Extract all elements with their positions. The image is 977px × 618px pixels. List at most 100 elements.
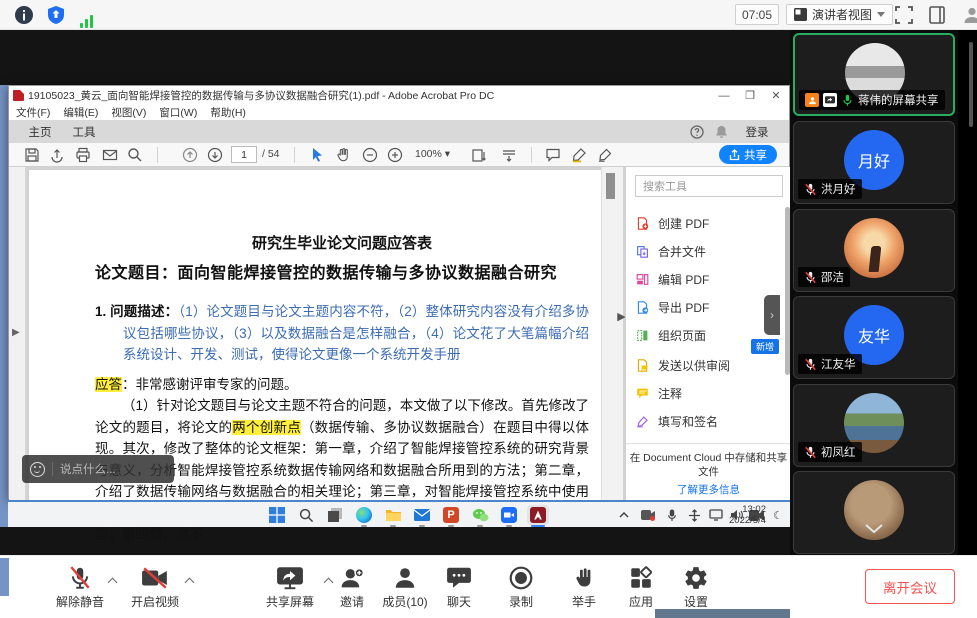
video-options-chevron[interactable] (185, 576, 195, 586)
participant-label: 邵洁 (798, 267, 850, 287)
select-cursor-icon[interactable] (309, 147, 325, 163)
sidebar-toggle-icon[interactable] (928, 5, 948, 25)
file-explorer-icon[interactable] (382, 505, 404, 525)
menu-help[interactable]: 帮助(H) (210, 105, 246, 120)
mail-icon[interactable] (411, 505, 433, 525)
previous-page-icon[interactable] (182, 147, 198, 163)
organize-pages-icon (636, 329, 649, 342)
menu-view[interactable]: 视图(V) (111, 105, 146, 120)
close-button[interactable]: ✕ (763, 86, 789, 105)
hand-tool-icon[interactable] (335, 147, 351, 163)
highlighter-icon[interactable] (571, 147, 587, 163)
wechat-icon[interactable] (469, 505, 491, 525)
meeting-info-icon[interactable] (14, 5, 34, 25)
save-icon[interactable] (24, 147, 40, 163)
tray-remote-tool-icon[interactable] (686, 507, 702, 523)
participant-tile[interactable]: 邵洁 (793, 209, 955, 292)
meeting-security-shield-icon[interactable] (46, 5, 66, 25)
share-screen-button[interactable]: 共享屏幕 (257, 564, 323, 610)
tab-home[interactable]: 主页 (19, 120, 61, 143)
minimize-button[interactable]: — (711, 86, 737, 105)
tool-send-for-review[interactable]: 发送以供审阅 (626, 351, 791, 379)
acrobat-taskbar-icon[interactable] (527, 505, 549, 525)
acrobat-window-title: 19105023_黄云_面向智能焊接管控的数据传输与多协议数据融合研究(1).p… (28, 88, 494, 103)
menu-file[interactable]: 文件(F) (16, 105, 50, 120)
tray-mic-icon[interactable] (664, 507, 680, 523)
sidebar-scrollbar-thumb[interactable] (969, 42, 973, 127)
scroll-more-chevron-icon[interactable] (865, 524, 883, 534)
zoom-out-icon[interactable] (362, 147, 378, 163)
sidebar-collapse-handle[interactable]: › (764, 295, 780, 335)
participant-tile[interactable]: 初凤红 (793, 384, 955, 467)
participant-tile-overflow[interactable] (793, 471, 955, 554)
view-mode-dropdown[interactable]: 演讲者视图 (786, 4, 893, 25)
taskbar-clock[interactable]: 13:02 2022/5/4 (729, 504, 766, 526)
task-view-icon[interactable] (324, 505, 346, 525)
quick-chat-placeholder[interactable]: 说点什么... (60, 461, 116, 477)
participant-tile[interactable]: 友华 江友华 (793, 296, 955, 379)
taskbar-search-icon[interactable] (295, 505, 317, 525)
start-button-icon[interactable] (266, 505, 288, 525)
divider (52, 462, 53, 476)
menu-window[interactable]: 窗口(W) (159, 105, 197, 120)
unmute-button[interactable]: 解除静音 (47, 564, 113, 610)
left-panel-expand-icon[interactable]: ▶ (12, 327, 20, 338)
tool-fill-sign[interactable]: 填写和签名 (626, 407, 791, 435)
emoji-icon[interactable] (30, 462, 45, 477)
zoom-in-icon[interactable] (387, 147, 403, 163)
next-page-icon[interactable] (207, 147, 223, 163)
chat-button[interactable]: 聊天 (426, 564, 492, 610)
tool-create-pdf[interactable]: 创建 PDF (626, 209, 791, 237)
tool-label: 组织页面 (658, 327, 706, 344)
record-button[interactable]: 录制 (488, 564, 554, 610)
participant-tile[interactable]: 月好 洪月好 (793, 121, 955, 204)
mic-options-chevron[interactable] (108, 576, 118, 586)
left-panel-rail[interactable]: ▶ (9, 167, 26, 500)
tray-display-icon[interactable] (708, 507, 724, 523)
edge-browser-icon[interactable] (353, 505, 375, 525)
sign-icon[interactable] (597, 147, 613, 163)
document-scrollbar-thumb[interactable] (606, 173, 615, 199)
acrobat-share-button[interactable]: 共享 (719, 145, 777, 164)
powerpoint-icon[interactable]: P (440, 505, 462, 525)
scroll-mode-icon[interactable] (501, 147, 517, 163)
participant-icon[interactable] (962, 5, 977, 25)
search-icon[interactable] (127, 147, 143, 163)
zoom-level-dropdown[interactable]: 100% ▾ (415, 148, 450, 160)
network-signal-icon[interactable] (80, 8, 100, 28)
tool-combine-files[interactable]: 合并文件 (626, 237, 791, 265)
settings-button[interactable]: 设置 (663, 564, 729, 610)
page-fit-icon[interactable] (471, 147, 487, 163)
document-scrollbar[interactable] (601, 167, 623, 500)
tray-expand-chevron-icon[interactable] (616, 507, 632, 523)
notifications-bell-icon[interactable] (711, 120, 731, 143)
learn-more-link[interactable]: 了解更多信息 (626, 483, 791, 497)
restore-button[interactable]: ❐ (737, 86, 763, 105)
doc-answer-label: 应答 (95, 377, 122, 392)
start-video-button[interactable]: 开启视频 (122, 564, 188, 610)
zoom-level-value: 100% (415, 148, 442, 160)
participant-label: 江友华 (798, 354, 862, 374)
print-icon[interactable] (75, 147, 91, 163)
tool-edit-pdf[interactable]: 编辑 PDF (626, 265, 791, 293)
tools-search-input[interactable]: 搜索工具 (635, 175, 783, 197)
leave-meeting-button[interactable]: 离开会议 (865, 569, 955, 604)
upload-share-icon[interactable] (49, 147, 65, 163)
participant-tile-sharing[interactable]: 蒋伟的屏幕共享 (793, 33, 955, 116)
comment-icon[interactable] (545, 147, 561, 163)
email-icon[interactable] (102, 147, 118, 163)
tray-camera-off-icon[interactable] (640, 507, 656, 523)
tab-tools[interactable]: 工具 (63, 120, 105, 143)
fullscreen-icon[interactable] (894, 5, 914, 25)
signin-link[interactable]: 登录 (737, 120, 777, 143)
meeting-app-icon[interactable] (498, 505, 520, 525)
focus-assist-moon-icon[interactable]: ☾ (770, 507, 786, 523)
quick-chat-bar[interactable]: 说点什么... (22, 455, 174, 483)
menu-edit[interactable]: 编辑(E) (63, 105, 98, 120)
doc-subtitle: 论文题目：面向智能焊接管控的数据传输与多协议数据融合研究 (95, 259, 589, 283)
settings-label: 设置 (663, 593, 729, 610)
help-circle-icon[interactable] (687, 120, 707, 143)
page-number-input[interactable]: 1 (231, 146, 257, 163)
tool-comment[interactable]: 注释 (626, 379, 791, 407)
cloud-note-line1: 在 Document Cloud 中存储和共享 (626, 451, 791, 465)
